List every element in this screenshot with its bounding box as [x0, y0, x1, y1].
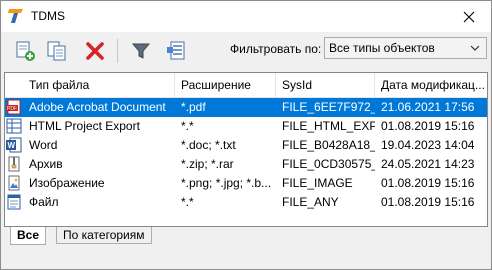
file-types-list[interactable]: Тип файла Расширение SysId Дата модифика…: [4, 72, 488, 227]
tab-all[interactable]: Все: [10, 227, 47, 245]
cell-sysid: FILE_B0428A18_...: [282, 138, 375, 152]
cell-sysid: FILE_0CD30575_...: [282, 157, 375, 171]
svg-text:PDF: PDF: [7, 106, 17, 112]
cell-sysid: FILE_HTML_EXP...: [282, 119, 375, 133]
cell-file-type: Word: [29, 138, 58, 152]
cell-modified-date: 24.05.2021 14:23: [381, 157, 475, 171]
cell-extension: *.*: [181, 195, 194, 209]
object-type-filter-dropdown[interactable]: Все типы объектов: [324, 37, 487, 59]
cell-modified-date: 19.04.2023 14:04: [381, 138, 475, 152]
column-header-sysid[interactable]: SysId: [276, 73, 375, 98]
table-row[interactable]: Архив *.zip; *.rar FILE_0CD30575_... 24.…: [5, 155, 487, 174]
cell-file-type: Файл: [29, 195, 59, 209]
cell-extension: *.png; *.jpg; *.b...: [181, 176, 272, 190]
word-icon: W: [6, 137, 22, 153]
cell-sysid: FILE_6EE7F972_0...: [282, 100, 375, 114]
properties-button[interactable]: [163, 38, 189, 64]
chevron-down-icon: [470, 45, 480, 51]
filter-selected-value: Все типы объектов: [329, 41, 435, 55]
cell-extension: *.*: [181, 119, 194, 133]
status-bar: [1, 247, 491, 269]
cell-file-type: Adobe Acrobat Document: [29, 100, 166, 114]
filter-label: Фильтровать по:: [230, 42, 322, 56]
delete-x-icon: [86, 42, 104, 60]
document-properties-icon: [167, 41, 185, 60]
column-header-extension[interactable]: Расширение: [175, 73, 276, 98]
cell-modified-date: 01.08.2019 15:16: [381, 119, 475, 133]
copy-file-type-button[interactable]: [44, 38, 70, 64]
close-button[interactable]: [447, 1, 491, 32]
file-icon: [6, 194, 22, 210]
delete-button[interactable]: [82, 38, 108, 64]
table-row[interactable]: Файл *.* FILE_ANY 01.08.2019 15:16: [5, 193, 487, 212]
table-row[interactable]: HTML Project Export *.* FILE_HTML_EXP...…: [5, 117, 487, 136]
cell-extension: *.zip; *.rar: [181, 157, 234, 171]
filter-button[interactable]: [128, 38, 154, 64]
cell-file-type: Архив: [29, 157, 63, 171]
html-export-icon: [6, 118, 22, 134]
image-icon: [6, 175, 22, 191]
cell-sysid: FILE_IMAGE: [282, 176, 353, 190]
add-file-type-button[interactable]: [12, 38, 38, 64]
table-row[interactable]: Изображение *.png; *.jpg; *.b... FILE_IM…: [5, 174, 487, 193]
tdms-window: TDMS Фильтровать по: Все типы объектов Т…: [0, 0, 492, 270]
cell-extension: *.doc; *.txt: [181, 138, 236, 152]
toolbar: Фильтровать по: Все типы объектов: [1, 32, 491, 70]
cell-modified-date: 21.06.2021 17:56: [381, 100, 475, 114]
column-header-file-type[interactable]: Тип файла: [23, 73, 175, 98]
column-header-modified-date[interactable]: Дата модификац...: [375, 73, 487, 98]
archive-icon: [6, 156, 22, 172]
close-icon: [463, 11, 475, 22]
tab-by-category[interactable]: По категориям: [56, 227, 152, 244]
bottom-tab-strip: Все По категориям: [4, 227, 488, 245]
cell-extension: *.pdf: [181, 100, 206, 114]
tdms-logo-icon: [7, 7, 25, 25]
cell-modified-date: 01.08.2019 15:16: [381, 176, 475, 190]
add-document-icon: [16, 41, 35, 61]
cell-file-type: HTML Project Export: [29, 119, 140, 133]
pdf-icon: PDF: [6, 99, 22, 115]
toolbar-separator: [117, 39, 118, 63]
cell-modified-date: 01.08.2019 15:16: [381, 195, 475, 209]
copy-document-icon: [47, 41, 66, 61]
table-row[interactable]: W Word *.doc; *.txt FILE_B0428A18_... 19…: [5, 136, 487, 155]
title-bar: TDMS: [1, 1, 491, 32]
list-header: Тип файла Расширение SysId Дата модифика…: [5, 73, 487, 98]
table-row[interactable]: PDF Adobe Acrobat Document *.pdf FILE_6E…: [5, 98, 487, 117]
cell-file-type: Изображение: [29, 176, 105, 190]
svg-text:W: W: [8, 141, 16, 150]
cell-sysid: FILE_ANY: [282, 195, 339, 209]
window-title: TDMS: [31, 9, 65, 23]
funnel-icon: [131, 43, 151, 59]
